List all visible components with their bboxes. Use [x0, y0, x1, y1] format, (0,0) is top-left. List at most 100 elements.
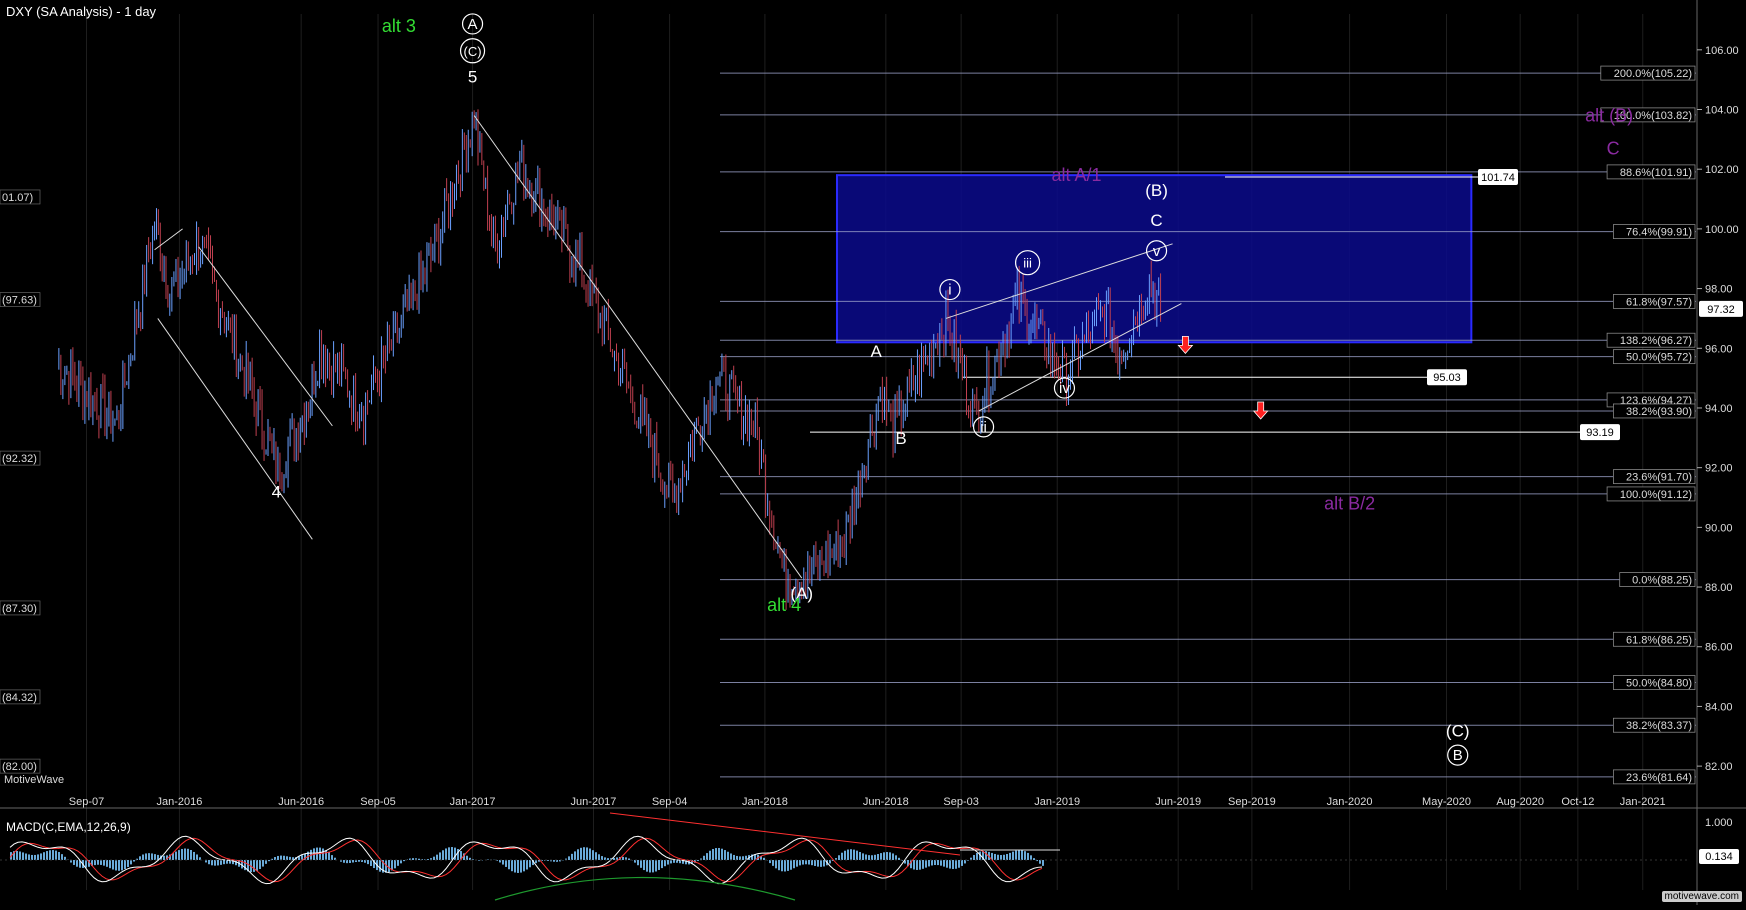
macd-hist-bar: [1012, 852, 1014, 860]
macd-hist-bar: [724, 850, 726, 860]
motivewave-watermark: MotiveWave: [4, 774, 64, 786]
macd-hist-bar: [763, 858, 765, 860]
macd-hist-bar: [1021, 850, 1023, 860]
macd-indicator-label: MACD(C,EMA,12,26,9): [6, 820, 131, 834]
macd-hist-bar: [718, 848, 720, 860]
macd-hist-bar: [190, 850, 192, 860]
macd-hist-bar: [934, 860, 936, 865]
macd-hist-bar: [301, 855, 303, 860]
macd-hist-bar: [985, 851, 987, 860]
macd-hist-bar: [712, 849, 714, 860]
macd-hist-bar: [844, 851, 846, 860]
y-tick-label: 86.00: [1705, 642, 1733, 654]
macd-hist-bar: [553, 860, 555, 862]
macd-hist-bar: [958, 860, 960, 868]
macd-hist-bar: [1027, 853, 1029, 860]
y-tick-label: 98.00: [1705, 284, 1733, 296]
fib-level-label: 38.2%(83.37): [1613, 718, 1695, 732]
macd-hist-bar: [262, 860, 264, 867]
macd-hist-bar: [913, 860, 915, 870]
x-tick-label: Oct-12: [1561, 796, 1594, 808]
macd-hist-bar: [976, 853, 978, 860]
x-tick-label: Jan-2020: [1327, 796, 1373, 808]
macd-hist-bar: [946, 860, 948, 868]
macd-hist-bar: [49, 850, 51, 860]
wave-label: 5: [468, 68, 477, 87]
macd-hist-bar: [652, 860, 654, 872]
x-tick-label: May-2020: [1422, 796, 1471, 808]
macd-hist-bar: [19, 852, 21, 860]
macd-hist-bar: [388, 860, 390, 872]
macd-hist-bar: [253, 860, 255, 872]
macd-hist-bar: [931, 860, 933, 865]
wave-label: ii: [980, 419, 987, 436]
macd-hist-bar: [46, 851, 48, 860]
fib-level-label: 0.0%(88.25): [1620, 573, 1695, 587]
fib-label-text: 61.8%(97.57): [1626, 296, 1692, 308]
macd-hist-bar: [571, 854, 573, 860]
price-chart[interactable]: 200.0%(105.22)100.0%(103.82)88.6%(101.91…: [0, 0, 1746, 905]
macd-hist-bar: [1024, 851, 1026, 860]
macd-hist-bar: [808, 860, 810, 865]
fib-label-text: 50.0%(95.72): [1626, 352, 1692, 364]
chart-canvas[interactable]: 200.0%(105.22)100.0%(103.82)88.6%(101.91…: [0, 0, 1746, 905]
y-tick-label: 104.00: [1705, 105, 1739, 117]
level-text: 93.19: [1586, 427, 1614, 439]
macd-hist-bar: [433, 857, 435, 860]
macd-hist-bar: [208, 860, 210, 864]
macd-hist-bar: [466, 856, 468, 860]
y-tick-label: 88.00: [1705, 582, 1733, 594]
macd-hist-bar: [595, 852, 597, 860]
macd-hist-bar: [889, 852, 891, 860]
left-level-label: (97.63): [2, 295, 37, 307]
macd-hist-bar: [220, 860, 222, 865]
macd-hist-bar: [508, 860, 510, 869]
macd-hist-bar: [40, 853, 42, 860]
macd-hist-bar: [1000, 855, 1002, 860]
x-tick-label: Jun-2016: [278, 796, 324, 808]
level-price-label: 93.19: [1580, 424, 1620, 440]
macd-hist-bar: [97, 860, 99, 865]
fib-level-label: 76.4%(99.91): [1613, 225, 1695, 239]
macd-hist-bar: [937, 860, 939, 865]
macd-hist-bar: [823, 860, 825, 866]
macd-hist-bar: [22, 852, 24, 860]
macd-hist-bar: [922, 860, 924, 869]
macd-hist-bar: [775, 860, 777, 868]
macd-hist-bar: [721, 849, 723, 860]
level-price-label: 101.74: [1478, 169, 1518, 185]
macd-hist-bar: [94, 860, 96, 865]
wave-label: iv: [1059, 380, 1070, 397]
macd-hist-bar: [25, 854, 27, 860]
macd-hist-bar: [1009, 853, 1011, 860]
left-level-label: (87.30): [2, 603, 37, 615]
macd-hist-bar: [547, 860, 549, 861]
macd-hist-bar: [85, 860, 87, 868]
macd-hist-bar: [109, 860, 111, 868]
macd-hist-bar: [115, 860, 117, 870]
macd-hist-bar: [871, 855, 873, 860]
macd-hist-bar: [28, 854, 30, 860]
x-tick-label: Jan-2019: [1034, 796, 1080, 808]
y-tick-label: 102.00: [1705, 164, 1739, 176]
wave-label: A: [468, 16, 478, 33]
macd-hist-bar: [130, 860, 132, 864]
macd-hist-bar: [877, 854, 879, 860]
macd-hist-bar: [211, 860, 213, 865]
macd-hist-bar: [379, 860, 381, 872]
x-tick-label: Sep-04: [652, 796, 687, 808]
x-tick-label: Sep-05: [360, 796, 395, 808]
macd-hist-bar: [820, 860, 822, 867]
macd-hist-bar: [709, 851, 711, 860]
macd-hist-bar: [76, 860, 78, 867]
level-text: 101.74: [1481, 172, 1515, 184]
macd-hist-bar: [967, 860, 969, 861]
macd-hist-bar: [961, 860, 963, 866]
macd-hist-bar: [637, 860, 639, 865]
macd-hist-bar: [37, 854, 39, 860]
wave-label: A: [871, 342, 883, 361]
macd-hist-bar: [733, 855, 735, 860]
macd-hist-bar: [217, 860, 219, 865]
macd-hist-bar: [181, 849, 183, 860]
macd-hist-bar: [436, 855, 438, 860]
